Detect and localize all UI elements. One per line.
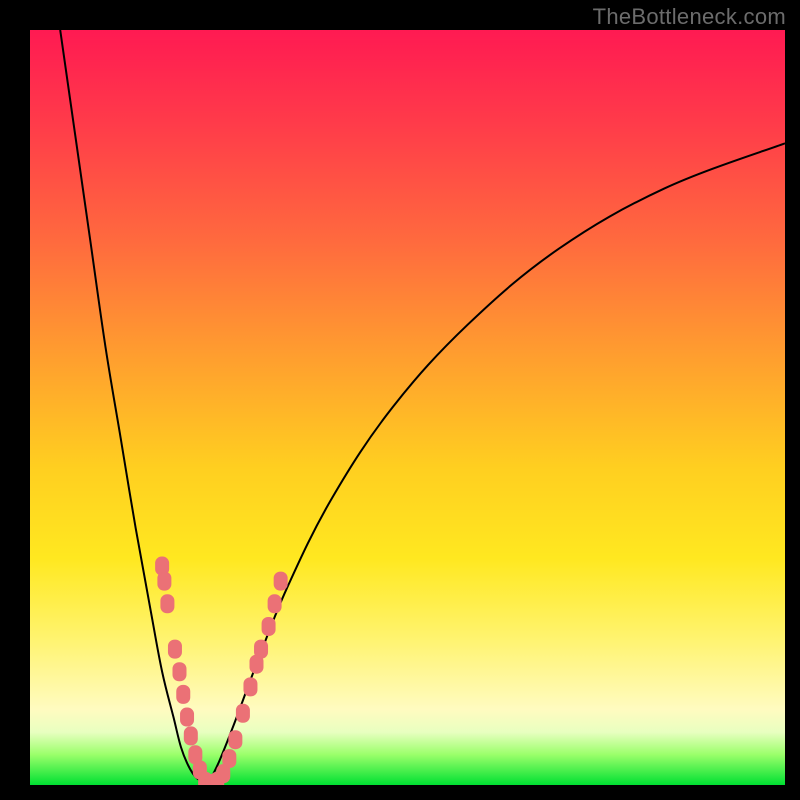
- data-marker: [255, 640, 268, 658]
- data-marker: [262, 617, 275, 635]
- curve-right-branch: [207, 143, 785, 785]
- plot-area: [30, 30, 785, 785]
- chart-frame: TheBottleneck.com: [0, 0, 800, 800]
- data-marker: [168, 640, 181, 658]
- data-marker: [173, 663, 186, 681]
- data-marker: [181, 708, 194, 726]
- data-marker: [161, 595, 174, 613]
- data-marker: [268, 595, 281, 613]
- data-marker: [223, 750, 236, 768]
- data-marker: [158, 572, 171, 590]
- data-marker: [236, 704, 249, 722]
- data-marker: [244, 678, 257, 696]
- data-marker: [184, 727, 197, 745]
- marker-group: [156, 557, 288, 785]
- watermark-text: TheBottleneck.com: [593, 4, 786, 30]
- chart-svg: [30, 30, 785, 785]
- data-marker: [177, 685, 190, 703]
- data-marker: [229, 731, 242, 749]
- data-marker: [274, 572, 287, 590]
